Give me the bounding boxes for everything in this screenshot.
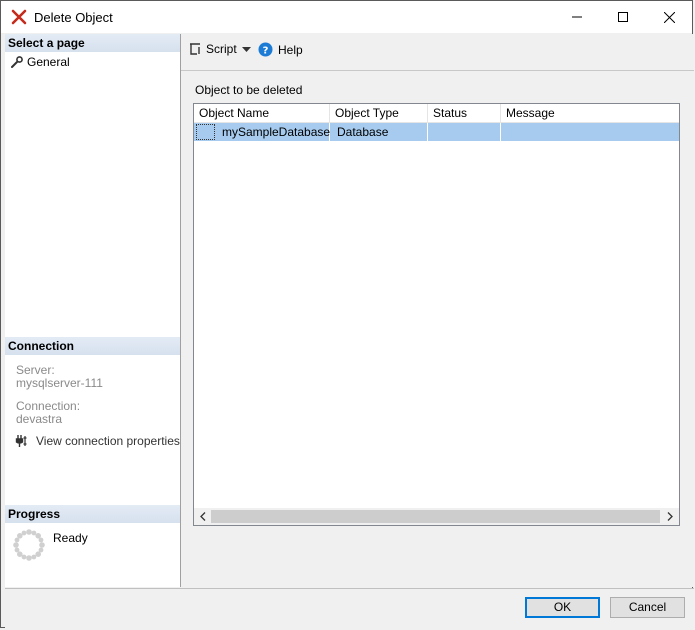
- wrench-icon: [11, 56, 23, 68]
- scroll-right-button[interactable]: [663, 508, 677, 525]
- connection-header: Connection: [5, 337, 180, 355]
- cell-object-name: mySampleDatabase: [194, 123, 330, 141]
- right-pane: Script ? Help Object to be deleted Objec…: [181, 34, 694, 587]
- grid-header: Object Name Object Type Status Message: [194, 104, 679, 123]
- close-button[interactable]: [646, 1, 692, 33]
- minimize-icon: [572, 16, 582, 18]
- delete-x-icon: [11, 9, 27, 25]
- progress-spinner-icon: [13, 529, 45, 561]
- view-connection-properties-label: View connection properties: [36, 434, 180, 448]
- maximize-icon: [618, 12, 628, 22]
- column-header-status[interactable]: Status: [428, 104, 501, 123]
- window-title: Delete Object: [34, 10, 113, 25]
- page-item-general[interactable]: General: [11, 54, 70, 70]
- script-icon: [190, 43, 200, 55]
- cell-message: [501, 123, 679, 141]
- table-row[interactable]: mySampleDatabase Database: [194, 123, 679, 141]
- server-label: Server:: [16, 363, 55, 377]
- connection-value: devastra: [16, 412, 63, 426]
- title-bar: Delete Object: [1, 1, 692, 33]
- cell-object-type: Database: [330, 123, 428, 141]
- help-label: Help: [278, 42, 303, 57]
- progress-header: Progress: [5, 505, 180, 523]
- scrollbar-thumb[interactable]: [211, 510, 660, 523]
- scroll-left-button[interactable]: [196, 508, 210, 525]
- minimize-button[interactable]: [554, 1, 600, 33]
- cell-status: [428, 123, 501, 141]
- cancel-button[interactable]: Cancel: [610, 597, 685, 618]
- objects-grid: Object Name Object Type Status Message m…: [193, 103, 680, 526]
- connection-label: Connection:: [16, 399, 81, 413]
- close-icon: [663, 11, 675, 23]
- left-pane: Select a page General Connection Server:…: [5, 34, 181, 587]
- column-header-message[interactable]: Message: [501, 104, 679, 123]
- script-dropdown-icon[interactable]: [242, 47, 251, 53]
- horizontal-scrollbar[interactable]: [194, 508, 679, 525]
- page-item-label: General: [27, 55, 70, 69]
- help-button[interactable]: ? Help: [258, 42, 303, 57]
- delete-object-dialog: Delete Object Select a page General Conn…: [0, 0, 694, 629]
- ok-button[interactable]: OK: [525, 597, 600, 618]
- script-label: Script: [206, 42, 237, 56]
- select-page-header: Select a page: [5, 34, 180, 52]
- column-header-object-name[interactable]: Object Name: [194, 104, 330, 123]
- server-value: mysqlserver-111: [16, 376, 103, 390]
- script-button[interactable]: Script: [188, 42, 237, 56]
- toolbar: Script ? Help: [181, 34, 694, 71]
- column-header-object-type[interactable]: Object Type: [330, 104, 428, 123]
- help-icon: ?: [258, 42, 273, 57]
- view-connection-properties-link[interactable]: View connection properties: [15, 434, 180, 448]
- svg-text:?: ?: [263, 45, 269, 56]
- progress-status: Ready: [53, 531, 88, 545]
- button-bar: OK Cancel: [5, 588, 694, 629]
- grid-caption: Object to be deleted: [195, 83, 303, 97]
- chevron-left-icon: [200, 512, 206, 521]
- chevron-right-icon: [667, 512, 673, 521]
- maximize-button[interactable]: [600, 1, 646, 33]
- plug-icon: [15, 435, 27, 447]
